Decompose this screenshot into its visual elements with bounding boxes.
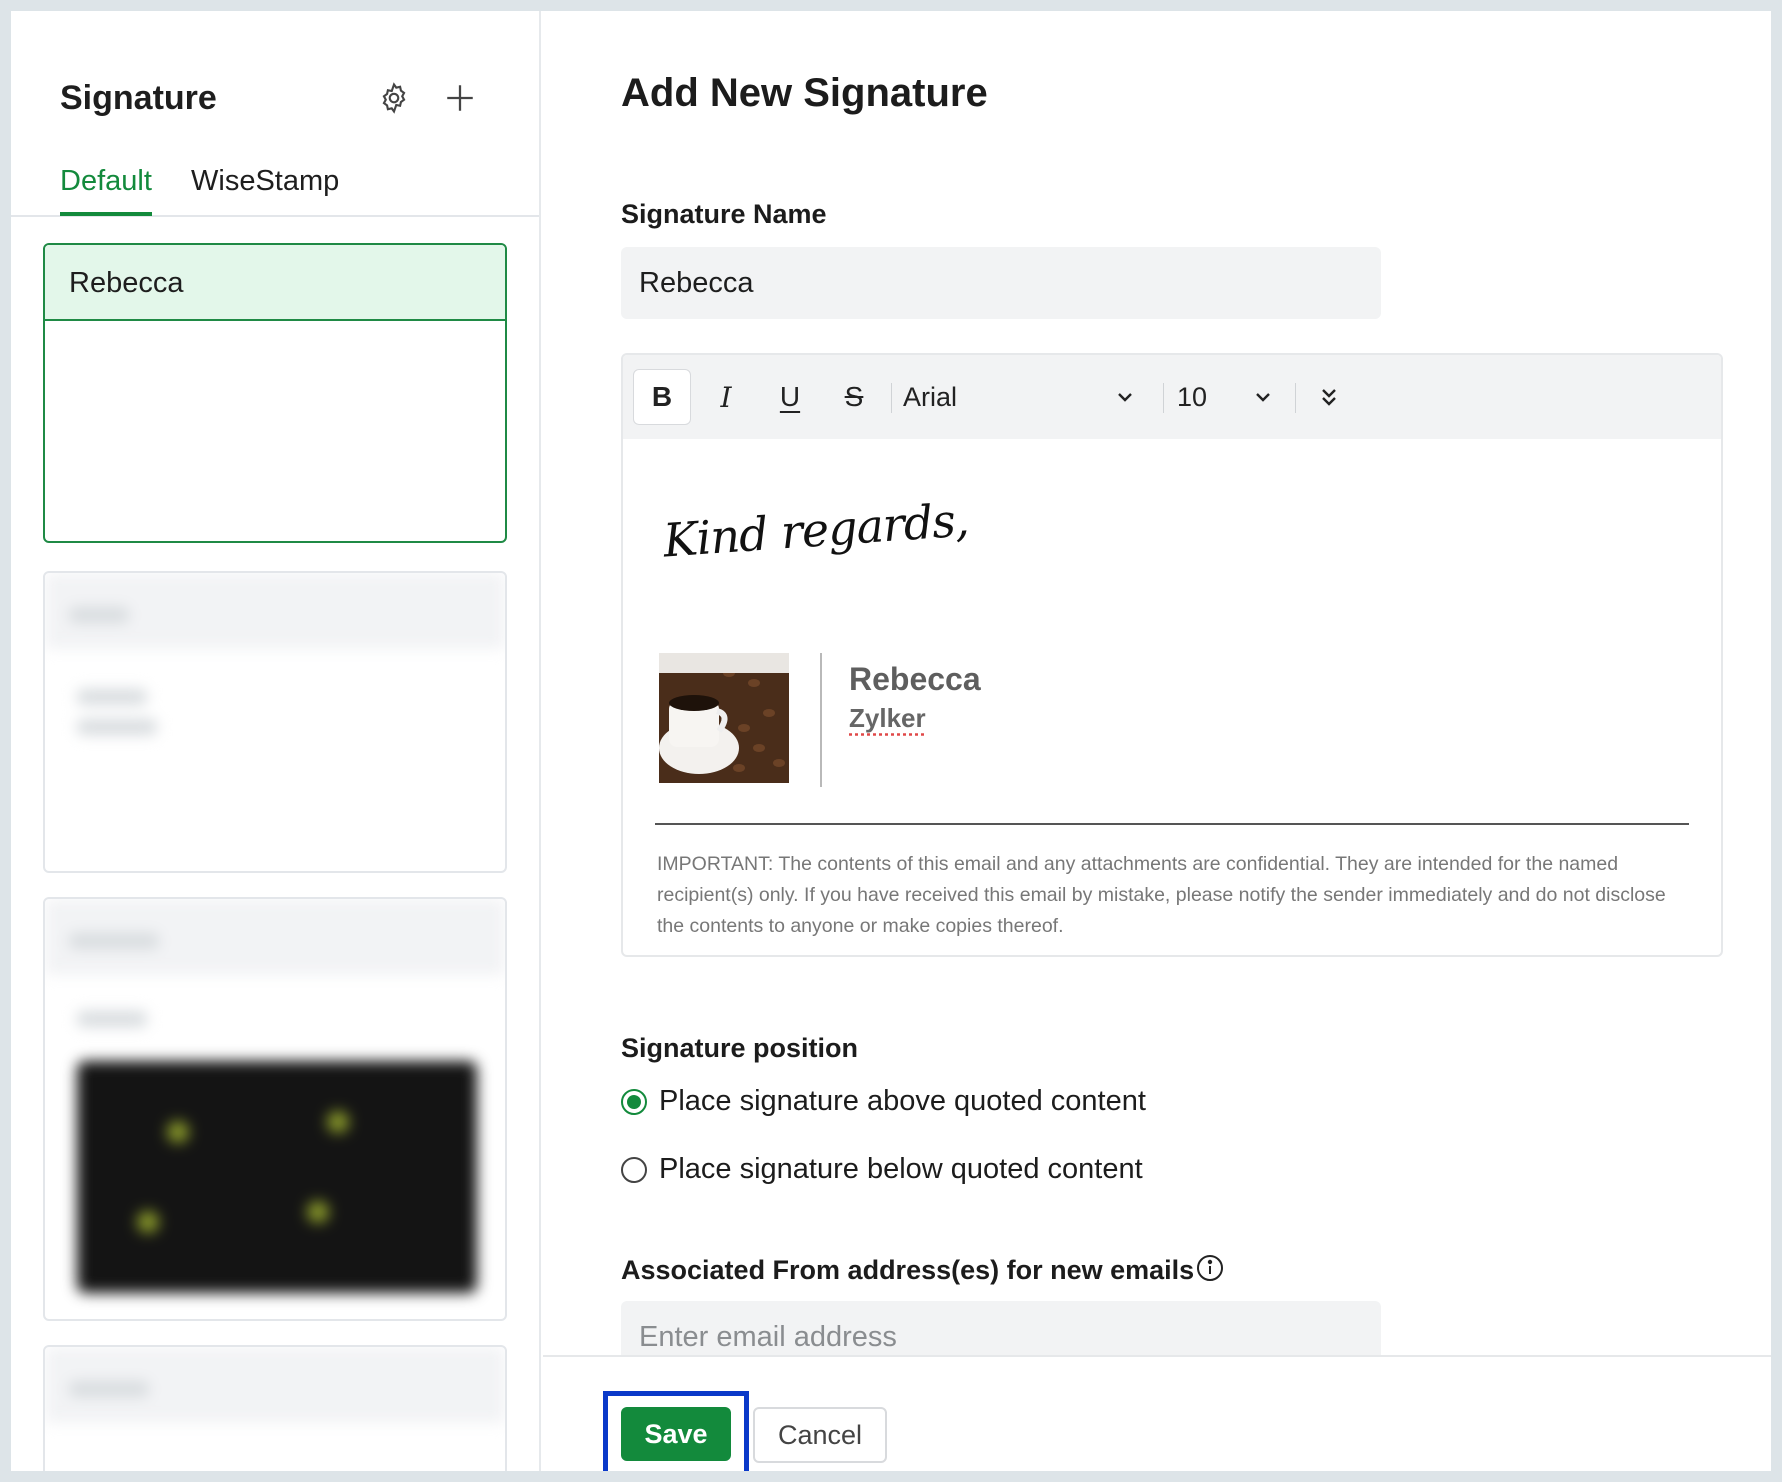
signature-settings-window: Signature Default WiseStamp Rebecca Add … [11, 11, 1771, 1471]
signature-disclaimer: IMPORTANT: The contents of this email an… [657, 853, 1666, 937]
signature-card-blurred[interactable] [43, 897, 507, 1321]
signature-name-input[interactable] [621, 247, 1381, 319]
underline-button[interactable]: U [761, 369, 819, 425]
blurred-card-header [45, 899, 505, 975]
italic-button[interactable]: I [697, 369, 755, 425]
blurred-card-body [45, 975, 505, 1063]
signature-editor-panel: Add New Signature Signature Name B I U S… [543, 11, 1771, 1471]
signature-person-name: Rebecca [849, 661, 981, 697]
font-family-select[interactable]: Arial [903, 369, 1153, 425]
signature-card-blurred[interactable] [43, 1345, 507, 1471]
coffee-photo [659, 653, 789, 783]
sidebar-title: Signature [60, 79, 217, 117]
position-above-option[interactable]: Place signature above quoted content [621, 1085, 1146, 1118]
more-options-icon[interactable] [1317, 385, 1341, 411]
position-below-option[interactable]: Place signature below quoted content [621, 1153, 1143, 1186]
blurred-image [77, 1061, 477, 1293]
signature-company: Zylker [849, 703, 926, 733]
toolbar-divider [1163, 383, 1164, 413]
font-size-value: 10 [1177, 381, 1208, 412]
signature-card-name: Rebecca [45, 245, 505, 321]
blurred-card-header [45, 573, 505, 649]
add-signature-icon[interactable] [443, 81, 477, 115]
signature-position-label: Signature position [621, 1033, 859, 1063]
info-icon[interactable] [1195, 1253, 1225, 1283]
blurred-card-body [45, 649, 505, 775]
position-below-label: Place signature below quoted content [659, 1153, 1143, 1185]
gear-icon[interactable] [377, 81, 411, 115]
font-size-select[interactable]: 10 [1177, 369, 1287, 425]
from-address-label: Associated From address(es) for new emai… [621, 1255, 1195, 1285]
tab-default[interactable]: Default [60, 165, 152, 216]
chevron-down-icon [1118, 393, 1132, 402]
editor-toolbar: B I U S Arial 10 [623, 355, 1721, 439]
signature-card-blurred[interactable] [43, 571, 507, 873]
radio-selected[interactable] [621, 1088, 647, 1115]
signature-sidebar: Signature Default WiseStamp Rebecca [11, 11, 541, 1471]
signature-editor: B I U S Arial 10 Kind regards, Rebecca Z… [621, 353, 1723, 957]
bold-button[interactable]: B [633, 369, 691, 425]
blurred-card-header [45, 1347, 505, 1423]
signature-name-label: Signature Name [621, 199, 827, 229]
toolbar-divider [1295, 383, 1296, 413]
signature-card-active[interactable]: Rebecca [43, 243, 507, 543]
toolbar-divider [891, 383, 892, 413]
radio-unselected[interactable] [621, 1156, 647, 1183]
tab-wisestamp[interactable]: WiseStamp [191, 165, 339, 198]
strikethrough-button[interactable]: S [825, 369, 883, 425]
cancel-button[interactable]: Cancel [753, 1407, 887, 1463]
font-family-value: Arial [903, 381, 958, 412]
position-above-label: Place signature above quoted content [659, 1085, 1146, 1117]
save-button[interactable]: Save [621, 1407, 731, 1461]
page-title: Add New Signature [621, 71, 988, 115]
chevron-down-icon [1256, 393, 1270, 402]
editor-footer: Save Cancel [543, 1355, 1771, 1471]
signature-closing: Kind regards, [661, 492, 971, 568]
signature-separator [655, 823, 1689, 825]
signature-divider [820, 653, 822, 787]
signature-tabs: Default WiseStamp [11, 159, 539, 217]
